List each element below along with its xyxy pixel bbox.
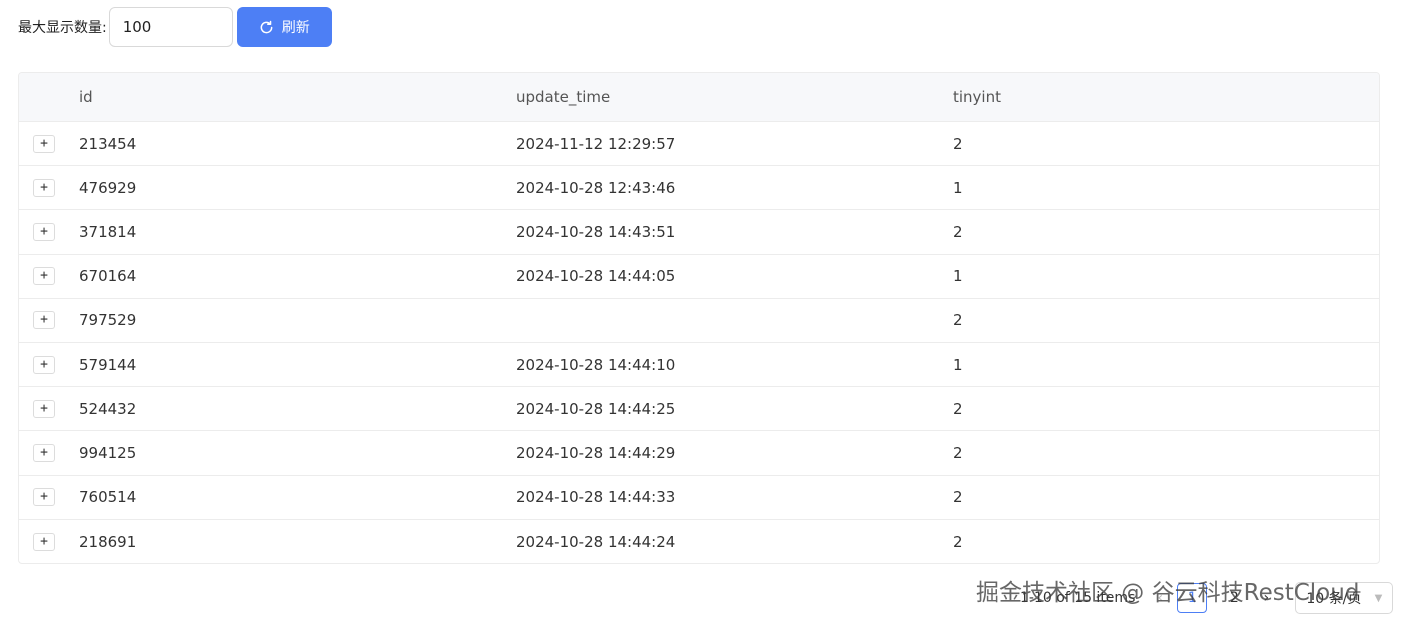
expand-row-button[interactable]: + <box>33 178 55 197</box>
cell-id: 524432 <box>79 399 137 418</box>
cell-id: 579144 <box>79 355 137 374</box>
expand-row-button[interactable]: + <box>33 443 55 462</box>
cell-id: 670164 <box>79 267 137 286</box>
expand-row-button[interactable]: + <box>33 488 55 507</box>
cell-update-time: 2024-10-28 14:44:05 <box>516 267 676 286</box>
cell-update-time: 2024-10-28 14:44:29 <box>516 443 676 462</box>
cell-id: 994125 <box>79 443 137 462</box>
refresh-label: 刷新 <box>281 20 310 36</box>
page-size-select[interactable]: 10 条/页 ▼ <box>1295 582 1394 614</box>
column-header-update-time[interactable]: update_time <box>516 88 610 106</box>
cell-id: 213454 <box>79 134 137 153</box>
table-row: +670164 2024-10-28 14:44:05 1 <box>19 255 1379 299</box>
cell-update-time: 2024-11-12 12:29:57 <box>516 134 676 153</box>
cell-tinyint: 1 <box>953 355 963 374</box>
data-table: id update_time tinyint +213454 2024-11-12… <box>18 72 1380 564</box>
cell-id: 218691 <box>79 532 137 551</box>
cell-tinyint: 2 <box>953 311 963 330</box>
cell-tinyint: 2 <box>953 532 963 551</box>
pagination: 1-10 of 15 items ‹ 1 2 › 10 条/页 ▼ <box>1020 582 1394 614</box>
refresh-button[interactable]: 刷新 <box>236 7 332 47</box>
table-row: +524432 2024-10-28 14:44:25 2 <box>19 387 1379 432</box>
cell-update-time: 2024-10-28 12:43:46 <box>516 178 676 197</box>
table-body: +213454 2024-11-12 12:29:57 2 +476929 2024-1… <box>19 122 1379 563</box>
cell-tinyint: 1 <box>953 267 963 286</box>
cell-tinyint: 2 <box>953 134 963 153</box>
cell-tinyint: 2 <box>953 399 963 418</box>
cell-update-time: 2024-10-28 14:44:24 <box>516 532 676 551</box>
expand-row-button[interactable]: + <box>33 134 55 153</box>
chevron-down-icon: ▼ <box>1374 592 1383 604</box>
cell-update-time: 2024-10-28 14:44:33 <box>516 488 676 507</box>
table-row: +760514 2024-10-28 14:44:33 2 <box>19 476 1379 520</box>
cell-update-time: 2024-10-28 14:43:51 <box>516 222 676 241</box>
table-row: +218691 2024-10-28 14:44:24 2 <box>19 520 1379 563</box>
expand-row-button[interactable]: + <box>33 267 55 286</box>
table-row: +797529 2 <box>19 299 1379 343</box>
table-header: id update_time tinyint <box>19 73 1379 122</box>
expand-row-button[interactable]: + <box>33 222 55 241</box>
cell-id: 371814 <box>79 222 137 241</box>
cell-id: 760514 <box>79 488 137 507</box>
page-size-label: 10 条/页 <box>1306 591 1362 607</box>
cell-update-time: 2024-10-28 14:44:25 <box>516 399 676 418</box>
cell-tinyint: 2 <box>953 222 963 241</box>
column-header-id[interactable]: id <box>79 88 93 106</box>
max-count-input[interactable] <box>108 7 233 47</box>
table-row: +213454 2024-11-12 12:29:57 2 <box>19 122 1379 167</box>
table-row: +371814 2024-10-28 14:43:51 2 <box>19 210 1379 255</box>
toolbar: 最大显示数量: 刷新 <box>18 7 332 47</box>
cell-update-time: 2024-10-28 14:44:10 <box>516 355 676 374</box>
cell-tinyint: 1 <box>953 178 963 197</box>
table-row: +579144 2024-10-28 14:44:10 1 <box>19 343 1379 388</box>
cell-id: 797529 <box>79 311 137 330</box>
pagination-total: 1-10 of 15 items <box>1020 590 1136 606</box>
max-count-label: 最大显示数量: <box>18 20 107 36</box>
expand-row-button[interactable]: + <box>33 311 55 330</box>
expand-row-button[interactable]: + <box>33 399 55 418</box>
cell-tinyint: 2 <box>953 443 963 462</box>
prev-page-icon[interactable]: ‹ <box>1149 590 1171 606</box>
cell-id: 476929 <box>79 178 137 197</box>
expand-row-button[interactable]: + <box>33 355 55 374</box>
table-row: +476929 2024-10-28 12:43:46 1 <box>19 166 1379 211</box>
column-header-tinyint[interactable]: tinyint <box>953 88 1001 106</box>
next-page-icon[interactable]: › <box>1255 590 1277 606</box>
cell-tinyint: 2 <box>953 488 963 507</box>
page-2-button[interactable]: 2 <box>1219 583 1249 613</box>
table-row: +994125 2024-10-28 14:44:29 2 <box>19 431 1379 476</box>
refresh-icon <box>259 20 274 35</box>
expand-row-button[interactable]: + <box>33 532 55 551</box>
page-1-button[interactable]: 1 <box>1177 583 1208 613</box>
